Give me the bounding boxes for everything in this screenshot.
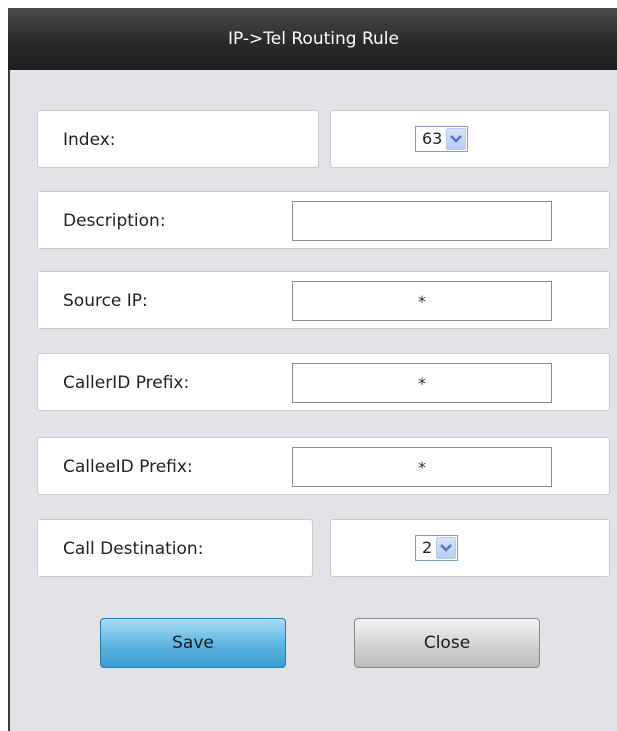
chevron-down-icon[interactable]	[446, 128, 467, 150]
description-input[interactable]	[292, 201, 552, 241]
source-ip-input[interactable]	[292, 281, 552, 321]
index-select-value: 63	[422, 129, 443, 148]
callerid-prefix-input[interactable]	[292, 363, 552, 403]
index-label: Index:	[63, 130, 116, 150]
calleeid-prefix-input[interactable]	[292, 447, 552, 487]
callerid-prefix-label: CallerID Prefix:	[63, 373, 190, 393]
call-destination-select[interactable]: 2	[415, 535, 459, 561]
description-label: Description:	[63, 211, 166, 231]
callerid-prefix-row: CallerID Prefix:	[37, 353, 610, 411]
save-button[interactable]: Save	[100, 618, 286, 668]
calleeid-prefix-row: CalleeID Prefix:	[37, 437, 610, 495]
index-select[interactable]: 63	[415, 126, 469, 152]
call-destination-label: Call Destination:	[63, 539, 204, 559]
call-destination-select-value: 2	[422, 538, 433, 557]
description-row: Description:	[37, 191, 610, 249]
chevron-down-icon[interactable]	[436, 537, 457, 559]
dialog-title: IP->Tel Routing Rule	[8, 8, 617, 70]
source-ip-label: Source IP:	[63, 291, 148, 311]
call-destination-label-box: Call Destination:	[37, 519, 313, 577]
source-ip-row: Source IP:	[37, 271, 610, 329]
calleeid-prefix-label: CalleeID Prefix:	[63, 457, 193, 477]
index-select-box: 63	[330, 110, 610, 168]
routing-rule-dialog: IP->Tel Routing Rule Index: 63 Descripti…	[8, 8, 617, 731]
call-destination-select-box: 2	[330, 519, 610, 577]
index-label-box: Index:	[37, 110, 319, 168]
close-button[interactable]: Close	[354, 618, 540, 668]
